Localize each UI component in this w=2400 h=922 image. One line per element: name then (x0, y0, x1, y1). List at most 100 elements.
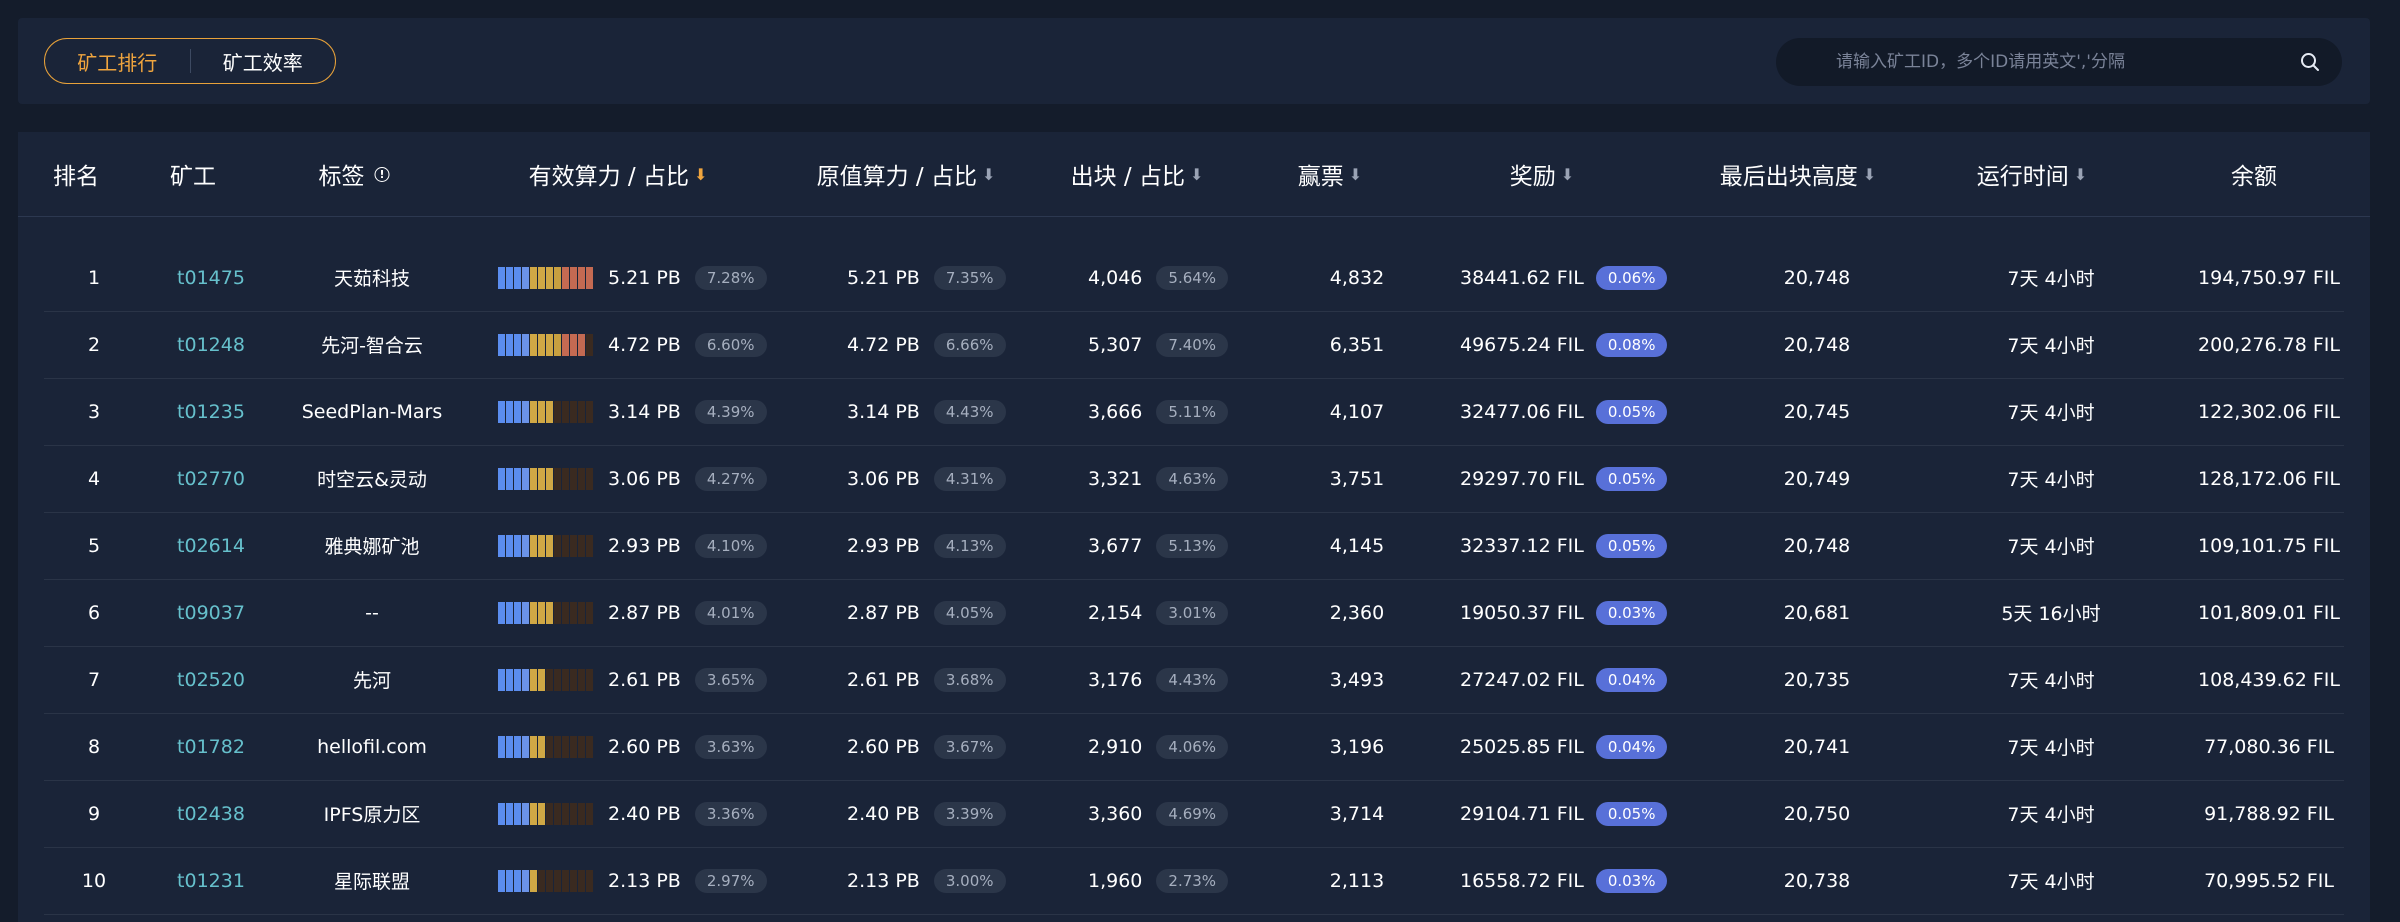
sort-arrow-down-icon[interactable]: ⬇ (1863, 165, 1876, 184)
tab-miner-ranking[interactable]: 矿工排行 (45, 47, 190, 76)
raw-power-percent-badge: 4.31% (933, 466, 1006, 491)
tag-cell: 时空云&灵动 (317, 469, 427, 491)
power-bar (498, 534, 594, 557)
last-block-height-cell: 20,750 (1783, 802, 1851, 825)
tag-cell: SeedPlan-Mars (301, 400, 443, 423)
reward-cell: 32337.12 FIL 0.05% (1460, 512, 1668, 579)
rank-cell: 8 (87, 735, 101, 758)
blocks-value: 5,307 (1088, 333, 1143, 356)
rank-cell: 7 (87, 668, 101, 691)
header-miner-label: 矿工 (170, 164, 216, 190)
blocks-value: 3,360 (1088, 802, 1143, 825)
raw-power-cell: 3.14 PB 4.43% (847, 378, 1006, 445)
wins-cell: 3,493 (1329, 668, 1385, 691)
balance-cell: 122,302.06 FIL (2198, 400, 2340, 423)
info-icon[interactable]: ! (374, 166, 390, 182)
reward-cell: 49675.24 FIL 0.08% (1460, 311, 1668, 378)
raw-power-value: 4.72 PB (847, 333, 920, 356)
effective-power-cell: 3.06 PB 4.27% (498, 445, 767, 512)
reward-percent-badge: 0.03% (1595, 600, 1668, 625)
miner-id-link[interactable]: t01782 (177, 713, 245, 780)
header-miner: 矿工 (170, 132, 216, 216)
reward-percent-badge: 0.05% (1595, 466, 1668, 491)
blocks-percent-badge: 7.40% (1156, 332, 1229, 357)
blocks-cell: 5,307 7.40% (1088, 311, 1229, 378)
table-row: 2 t01248 先河-智合云 4.72 PB 6.60% 4.72 PB 6.66% 5,3… (44, 311, 2344, 379)
reward-percent-badge: 0.08% (1595, 332, 1668, 357)
table-row: 7 t02520 先河 2.61 PB 3.65% 2.61 PB 3.68% 3,176 4.… (44, 646, 2344, 714)
reward-cell: 27247.02 FIL 0.04% (1460, 646, 1668, 713)
rank-cell: 6 (87, 601, 101, 624)
search-input[interactable] (1834, 51, 2298, 73)
reward-cell: 16558.72 FIL 0.03% (1460, 847, 1668, 914)
sort-arrow-down-icon[interactable]: ⬇ (1349, 165, 1362, 184)
header-raw-power[interactable]: 原值算力 / 占比 ⬇ (817, 132, 996, 216)
last-block-height-cell: 20,681 (1783, 601, 1851, 624)
effective-power-cell: 5.21 PB 7.28% (498, 244, 767, 311)
sort-arrow-down-icon[interactable]: ⬇ (1190, 165, 1203, 184)
miner-id-link[interactable]: t02770 (177, 445, 245, 512)
rank-cell: 9 (87, 802, 101, 825)
raw-power-cell: 2.93 PB 4.13% (847, 512, 1006, 579)
runtime-cell: 7天 4小时 (2007, 536, 2095, 558)
raw-power-value: 2.60 PB (847, 735, 920, 758)
blocks-value: 1,960 (1088, 869, 1143, 892)
blocks-value: 3,321 (1088, 467, 1143, 490)
reward-value: 27247.02 FIL (1460, 668, 1584, 691)
header-rank-label: 排名 (53, 164, 99, 190)
tag-cell: 先河 (352, 670, 392, 692)
miner-id-link[interactable]: t01248 (177, 311, 245, 378)
header-blocks[interactable]: 出块 / 占比 ⬇ (1071, 132, 1204, 216)
tag-cell: -- (365, 601, 379, 624)
table-row: 8 t01782 hellofil.com 2.60 PB 3.63% 2.60 PB 3.… (44, 713, 2344, 781)
rank-cell: 5 (87, 534, 101, 557)
header-runtime-label: 运行时间 (1976, 164, 2069, 190)
runtime-cell: 7天 4小时 (2007, 335, 2095, 357)
effective-power-percent-badge: 3.36% (694, 801, 767, 826)
header-effective-power-label: 有效算力 / 占比 (528, 164, 689, 190)
miner-id-link[interactable]: t01235 (177, 378, 245, 445)
raw-power-value: 3.06 PB (847, 467, 920, 490)
reward-cell: 25025.85 FIL 0.04% (1460, 713, 1668, 780)
header-runtime[interactable]: 运行时间 ⬇ (1977, 132, 2087, 216)
raw-power-percent-badge: 4.43% (933, 399, 1006, 424)
raw-power-value: 2.13 PB (847, 869, 920, 892)
miner-id-link[interactable]: t02614 (177, 512, 245, 579)
wins-cell: 3,196 (1329, 735, 1385, 758)
effective-power-percent-badge: 7.28% (694, 265, 767, 290)
blocks-cell: 2,154 3.01% (1088, 579, 1229, 646)
sort-arrow-down-icon[interactable]: ⬇ (2074, 165, 2087, 184)
runtime-cell: 7天 4小时 (2007, 402, 2095, 424)
effective-power-value: 5.21 PB (608, 266, 681, 289)
header-reward[interactable]: 奖励 ⬇ (1510, 132, 1574, 216)
tab-miner-efficiency[interactable]: 矿工效率 (190, 47, 335, 76)
power-bar (498, 333, 594, 356)
table-row: 4 t02770 时空云&灵动 3.06 PB 4.27% 3.06 PB 4.31% 3,3… (44, 445, 2344, 513)
sort-arrow-down-icon[interactable]: ⬇ (694, 165, 707, 184)
balance-cell: 109,101.75 FIL (2198, 534, 2340, 557)
search-icon[interactable] (2298, 50, 2322, 74)
sort-arrow-down-icon[interactable]: ⬇ (982, 165, 995, 184)
miner-id-link[interactable]: t01231 (177, 847, 245, 914)
miner-id-link[interactable]: t02438 (177, 780, 245, 847)
miner-id-link[interactable]: t01475 (177, 244, 245, 311)
raw-power-cell: 2.87 PB 4.05% (847, 579, 1006, 646)
raw-power-percent-badge: 6.66% (933, 332, 1006, 357)
effective-power-percent-badge: 2.97% (694, 868, 767, 893)
reward-value: 16558.72 FIL (1460, 869, 1584, 892)
miner-id-link[interactable]: t02520 (177, 646, 245, 713)
rank-cell: 2 (87, 333, 101, 356)
blocks-cell: 3,666 5.11% (1088, 378, 1229, 445)
effective-power-value: 2.40 PB (608, 802, 681, 825)
miner-id-link[interactable]: t09037 (177, 579, 245, 646)
blocks-cell: 4,046 5.64% (1088, 244, 1229, 311)
last-block-height-cell: 20,741 (1783, 735, 1851, 758)
raw-power-value: 2.40 PB (847, 802, 920, 825)
header-wins[interactable]: 赢票 ⬇ (1298, 132, 1362, 216)
header-last-block-height[interactable]: 最后出块高度 ⬇ (1720, 132, 1876, 216)
effective-power-value: 2.60 PB (608, 735, 681, 758)
reward-percent-badge: 0.06% (1595, 265, 1668, 290)
header-blocks-label: 出块 / 占比 (1070, 164, 1185, 190)
header-effective-power[interactable]: 有效算力 / 占比 ⬇ (529, 132, 708, 216)
sort-arrow-down-icon[interactable]: ⬇ (1561, 165, 1574, 184)
